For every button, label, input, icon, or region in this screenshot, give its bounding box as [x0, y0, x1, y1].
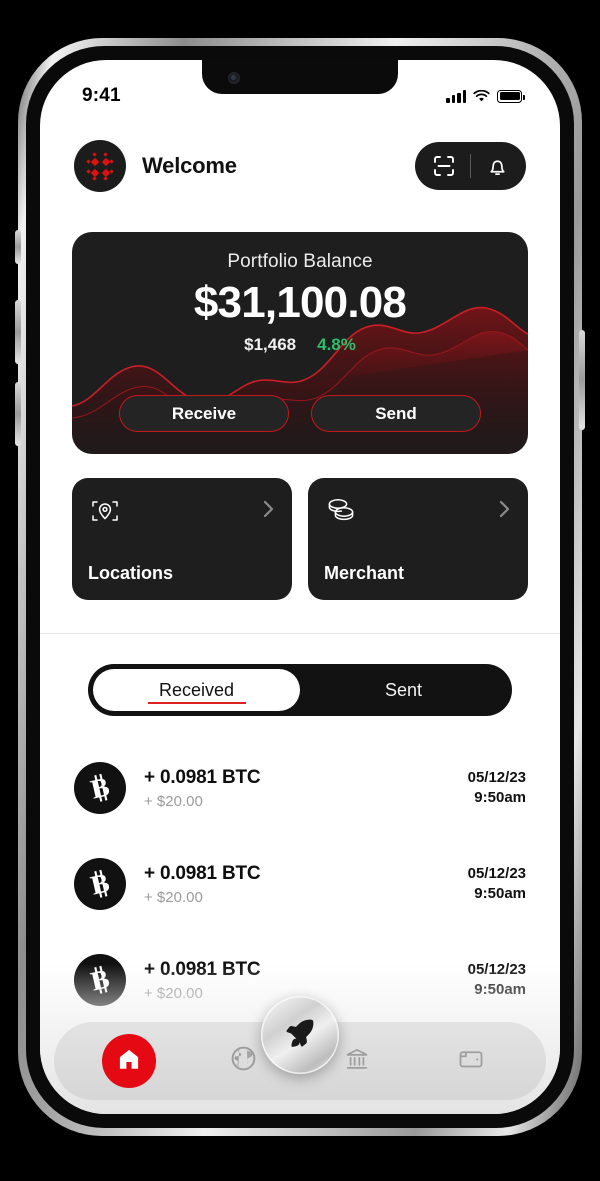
coins-stack-icon [324, 496, 512, 531]
tab-active-underline [147, 702, 246, 704]
transaction-date: 05/12/23 [467, 768, 526, 786]
status-time: 9:41 [82, 85, 121, 106]
portfolio-balance-card: Portfolio Balance $31,100.08 $1,468 4.8%… [72, 232, 528, 454]
volume-down-button[interactable] [15, 382, 21, 446]
transaction-date: 05/12/23 [467, 960, 526, 978]
nav-item-home[interactable] [102, 1034, 156, 1088]
app-header: Welcome [40, 140, 560, 192]
phone-screen: 9:41 Welcome Portfolio Balance $31,100.0… [40, 60, 560, 1114]
transaction-list: B + 0.0981 BTC + $20.00 05/12/23 9:50am … [40, 740, 560, 1028]
table-row[interactable]: B + 0.0981 BTC + $20.00 05/12/23 9:50am [40, 836, 560, 932]
bitcoin-icon: B [74, 858, 126, 910]
volume-up-button[interactable] [15, 300, 21, 364]
tab-sent[interactable]: Sent [300, 669, 507, 711]
transaction-amount: + 0.0981 BTC [144, 862, 261, 884]
front-camera [228, 72, 240, 84]
map-pin-scan-icon [88, 496, 276, 535]
scan-icon[interactable] [431, 153, 457, 179]
chevron-right-icon [497, 498, 514, 525]
balance-card-content: Portfolio Balance $31,100.08 $1,468 4.8% [72, 232, 528, 355]
wallet-icon [457, 1045, 485, 1078]
transaction-tabs: Received Sent [88, 664, 512, 716]
rocket-icon [282, 1015, 318, 1056]
shortcut-label-locations: Locations [88, 563, 174, 583]
rocket-fab-button[interactable] [261, 996, 339, 1074]
balance-card-actions: Receive Send [72, 395, 528, 432]
transaction-timestamp: 05/12/23 9:50am [468, 960, 526, 1001]
balance-amount: $31,100.08 [193, 278, 407, 327]
transaction-details: + 0.0981 BTC + $20.00 [144, 767, 468, 810]
tab-received[interactable]: Received [93, 669, 300, 711]
power-button[interactable] [579, 330, 585, 430]
transaction-timestamp: 05/12/23 9:50am [468, 864, 526, 905]
screenshot-stage: 9:41 Welcome Portfolio Balance $31,100.0… [0, 0, 600, 1181]
transaction-timestamp: 05/12/23 9:50am [468, 768, 526, 809]
transaction-fiat: + $20.00 [144, 888, 203, 906]
shortcut-card-merchant[interactable]: Merchant [308, 478, 528, 600]
transaction-amount: + 0.0981 BTC [144, 766, 261, 788]
notification-bell-icon[interactable] [484, 153, 510, 179]
balance-change-amount: $1,468 [244, 335, 297, 354]
globe-icon [229, 1044, 258, 1078]
notch [202, 60, 398, 94]
header-actions [415, 142, 526, 190]
send-button[interactable]: Send [311, 395, 481, 432]
status-icons [446, 89, 525, 103]
transaction-details: + 0.0981 BTC + $20.00 [144, 959, 468, 1002]
header-actions-divider [470, 154, 471, 178]
balance-change-percent: 4.8% [317, 335, 356, 354]
nav-item-wallet[interactable] [444, 1034, 498, 1088]
page-title: Welcome [142, 153, 237, 178]
header-left: Welcome [74, 140, 237, 192]
table-row[interactable]: B + 0.0981 BTC + $20.00 05/12/23 9:50am [40, 740, 560, 836]
chevron-right-icon [261, 498, 278, 525]
transaction-time: 9:50am [474, 885, 526, 902]
shortcut-cards: Locations Merchant [72, 478, 528, 600]
transaction-fiat: + $20.00 [144, 792, 203, 810]
balance-label: Portfolio Balance [227, 251, 373, 272]
cellular-signal-icon [446, 89, 466, 103]
transaction-time: 9:50am [474, 789, 526, 806]
transaction-details: + 0.0981 BTC + $20.00 [144, 863, 468, 906]
bitcoin-icon: B [74, 954, 126, 1006]
shortcut-card-locations[interactable]: Locations [72, 478, 292, 600]
user-avatar[interactable] [74, 140, 126, 192]
tab-received-label: Received [158, 679, 235, 700]
transaction-amount: + 0.0981 BTC [144, 958, 261, 980]
tab-sent-label: Sent [384, 679, 423, 700]
bank-icon [343, 1045, 371, 1078]
section-divider [40, 633, 560, 634]
receive-button[interactable]: Receive [119, 395, 289, 432]
silent-switch[interactable] [15, 230, 21, 264]
shortcut-label-merchant: Merchant [324, 563, 405, 583]
bitcoin-icon: B [74, 762, 126, 814]
transaction-date: 05/12/23 [467, 864, 526, 882]
battery-icon [497, 89, 525, 103]
transaction-time: 9:50am [474, 981, 526, 998]
balance-change: $1,468 4.8% [72, 335, 528, 355]
wifi-icon [473, 89, 490, 101]
home-icon [116, 1046, 142, 1077]
